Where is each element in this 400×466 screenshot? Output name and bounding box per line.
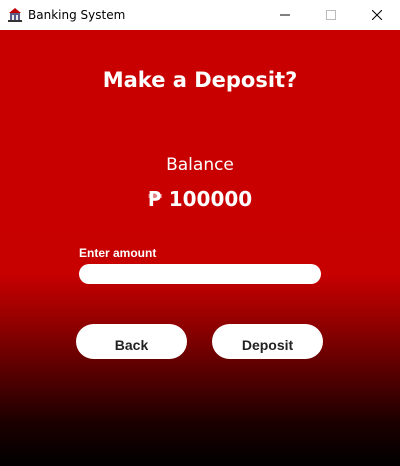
deposit-button[interactable]: Deposit (212, 324, 323, 359)
maximize-icon (326, 10, 336, 20)
balance-label: Balance (166, 155, 234, 175)
title-bar[interactable]: Banking System (0, 0, 400, 30)
maximize-button[interactable] (308, 0, 354, 30)
banking-window: Banking System Make a Deposit? Balance ₱… (0, 0, 400, 466)
minimize-button[interactable] (262, 0, 308, 30)
page-title: Make a Deposit? (102, 68, 298, 92)
minimize-icon (280, 14, 290, 16)
amount-input[interactable] (79, 264, 321, 284)
window-title: Banking System (28, 8, 126, 22)
deposit-panel: Make a Deposit? Balance ₱ 100000 Enter a… (0, 30, 400, 466)
balance-value: ₱ 100000 (147, 187, 253, 211)
amount-label: Enter amount (79, 246, 157, 260)
close-button[interactable] (354, 0, 400, 30)
bank-app-icon (7, 7, 23, 23)
close-icon (372, 10, 382, 20)
back-button[interactable]: Back (76, 324, 187, 359)
